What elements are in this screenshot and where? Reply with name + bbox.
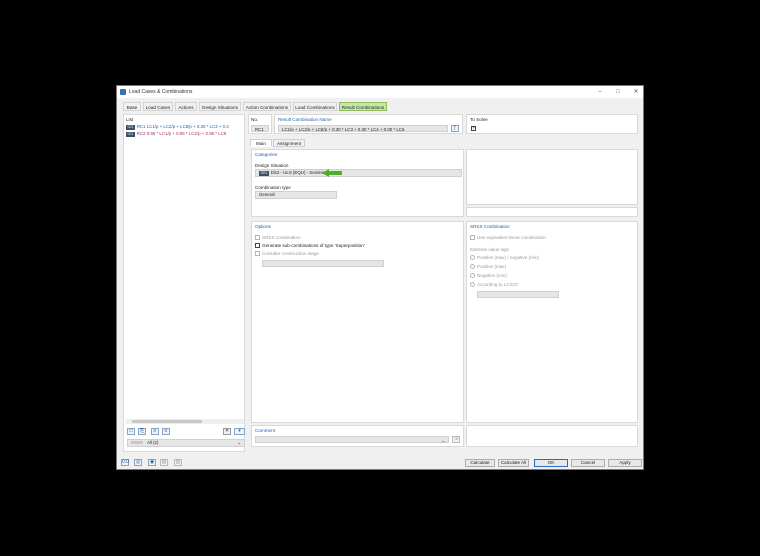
tab-result-combinations[interactable]: Result Combinations	[339, 102, 387, 111]
maximize-icon[interactable]: □	[612, 88, 624, 96]
tab-actions[interactable]: Actions	[175, 102, 197, 111]
apply-button[interactable]: Apply	[608, 459, 642, 467]
chevron-down-icon: ⌄	[237, 440, 241, 445]
srss-checkbox[interactable]	[255, 235, 260, 240]
ds-tag: S01	[259, 171, 269, 176]
import-icon[interactable]: ▥	[174, 459, 182, 466]
units-icon[interactable]: 0.0	[121, 459, 129, 466]
list-item[interactable]: CO RC2 0.95 * LC1/p + 0.95 * LC2/p + 0.95…	[126, 131, 244, 137]
sort-icon[interactable]: ≡	[151, 428, 159, 435]
ok-button[interactable]: OK	[534, 459, 568, 467]
list-filter-value: All (2)	[147, 440, 159, 445]
tab-assignment[interactable]: Assignment	[273, 139, 305, 147]
tab-main[interactable]: Main	[250, 139, 272, 147]
construction-stage-checkbox[interactable]	[255, 251, 260, 256]
window-title: Load Cases & Combinations	[129, 89, 193, 95]
co-tag: CO	[126, 125, 135, 130]
close-icon[interactable]: ✕	[630, 88, 642, 96]
tab-base[interactable]: Base	[123, 102, 141, 111]
rc-name-field[interactable]: LC1/p + LC2/p + LC8/p + 0.30 * LC3 + 0.3…	[278, 125, 448, 132]
radio-negative[interactable]	[470, 273, 475, 278]
list-filter-select[interactable]: All (2) ⌄	[127, 439, 245, 447]
list-item[interactable]: CO RC1 LC1/p + LC2/p + LC8/p + 0.30 * LC3…	[126, 124, 244, 130]
radio-positive-label: Positive (max)	[477, 264, 507, 269]
construction-stage-label: Consider construction stage	[262, 251, 319, 256]
dialog-window: Load Cases & Combinations – □ ✕ Base Loa…	[116, 85, 644, 470]
categories-panel: Categories Design Situation S01 DS2 - ULS…	[251, 149, 464, 217]
radio-according[interactable]	[470, 282, 475, 287]
according-select[interactable]	[477, 291, 559, 298]
tab-action-combinations[interactable]: Action Combinations	[243, 102, 291, 111]
options-header: Options	[255, 224, 271, 229]
right-empty-panel	[466, 149, 638, 205]
calculate-button[interactable]: Calculate	[465, 459, 495, 467]
edit-name-icon[interactable]: ƒ	[451, 125, 459, 132]
comment-edit-icon[interactable]: ⇲	[452, 436, 460, 443]
pointer-arrow-icon	[322, 169, 342, 177]
radio-pos-neg-label: Positive (max) / negative (min)	[477, 255, 540, 260]
comment-right-panel	[466, 425, 638, 447]
radio-negative-label: Negative (min)	[477, 273, 507, 278]
to-solve-label: To Solve	[470, 117, 488, 122]
radio-according-label: According to LC/CO	[477, 282, 518, 287]
list-label: List	[126, 117, 134, 122]
construction-stage-select[interactable]	[262, 260, 384, 267]
calculate-all-button[interactable]: Calculate All	[498, 459, 529, 467]
to-solve-panel: To Solve ✓	[466, 114, 638, 134]
no-field[interactable]: RC1	[251, 125, 269, 132]
right-empty-panel-2	[466, 207, 638, 217]
options-panel: Options SRSS combination Generate sub-co…	[251, 221, 464, 423]
comment-label: Comment	[255, 428, 275, 433]
rc-name-label: Result Combination Name	[278, 117, 332, 122]
export-icon[interactable]: ▤	[160, 459, 168, 466]
co-tag: CO	[126, 132, 135, 137]
design-situation-label: Design Situation	[255, 163, 289, 168]
horizontal-scrollbar[interactable]	[126, 419, 244, 424]
select-icon[interactable]: ◎	[134, 459, 142, 466]
categories-header: Categories	[255, 152, 278, 157]
use-equivalent-checkbox[interactable]	[470, 235, 475, 240]
tab-load-combinations[interactable]: Load Combinations	[293, 102, 337, 111]
chevron-down-icon: ⌄	[441, 438, 445, 443]
delete-icon[interactable]: ✕	[223, 428, 231, 435]
tab-load-cases[interactable]: Load Cases	[143, 102, 173, 111]
list-panel: List CO RC1 LC1/p + LC2/p + LC8/p + 0.30 …	[123, 114, 245, 452]
list-item-text: RC1 LC1/p + LC2/p + LC8/p + 0.30 * LC3 +…	[136, 124, 229, 129]
srss-header: SRSS Combination	[470, 224, 510, 229]
scrollbar-thumb[interactable]	[132, 420, 202, 423]
extreme-value-label: Extreme value sign	[470, 247, 510, 252]
no-panel: No. RC1	[248, 114, 272, 134]
minimize-icon[interactable]: –	[594, 88, 606, 96]
combination-type-select[interactable]: General	[255, 191, 337, 199]
name-panel: Result Combination Name LC1/p + LC2/p + …	[274, 114, 463, 134]
design-situation-select[interactable]: S01 DS2 - ULS (EQU) - Seismic	[255, 169, 462, 177]
list-item-text: RC2 0.95 * LC1/p + 0.95 * LC2/p + 0.95 *…	[136, 131, 227, 136]
use-equivalent-label: Use equivalent linear combination	[477, 235, 546, 240]
main-tabs: Base Load Cases Actions Design Situation…	[117, 100, 643, 112]
design-situation-value: DS2 - ULS (EQU) - Seismic	[270, 170, 325, 175]
radio-pos-neg[interactable]	[470, 255, 475, 260]
copy-icon[interactable]: ⎘	[138, 428, 146, 435]
comment-input[interactable]: ⌄	[255, 436, 449, 443]
cancel-button[interactable]: Cancel	[571, 459, 605, 467]
combination-type-label: Combination type	[255, 185, 291, 190]
view-icon[interactable]: ◉	[148, 459, 156, 466]
generate-sub-label: Generate sub-combinations of type 'Super…	[262, 243, 365, 248]
no-label: No.	[251, 117, 259, 122]
srss-panel: SRSS Combination Use equivalent linear c…	[466, 221, 638, 423]
view-options-icon[interactable]: ▾	[234, 428, 245, 435]
filter-icon[interactable]: ≡	[162, 428, 170, 435]
app-icon	[120, 89, 126, 95]
tab-design-situations[interactable]: Design Situations	[199, 102, 241, 111]
new-icon[interactable]: ▭	[127, 428, 135, 435]
generate-sub-checkbox[interactable]	[255, 243, 260, 248]
to-solve-checkbox[interactable]: ✓	[471, 126, 476, 131]
comment-panel: Comment ⌄ ⇲	[251, 425, 464, 447]
radio-positive[interactable]	[470, 264, 475, 269]
title-bar: Load Cases & Combinations – □ ✕	[117, 86, 643, 98]
srss-label: SRSS combination	[262, 235, 301, 240]
